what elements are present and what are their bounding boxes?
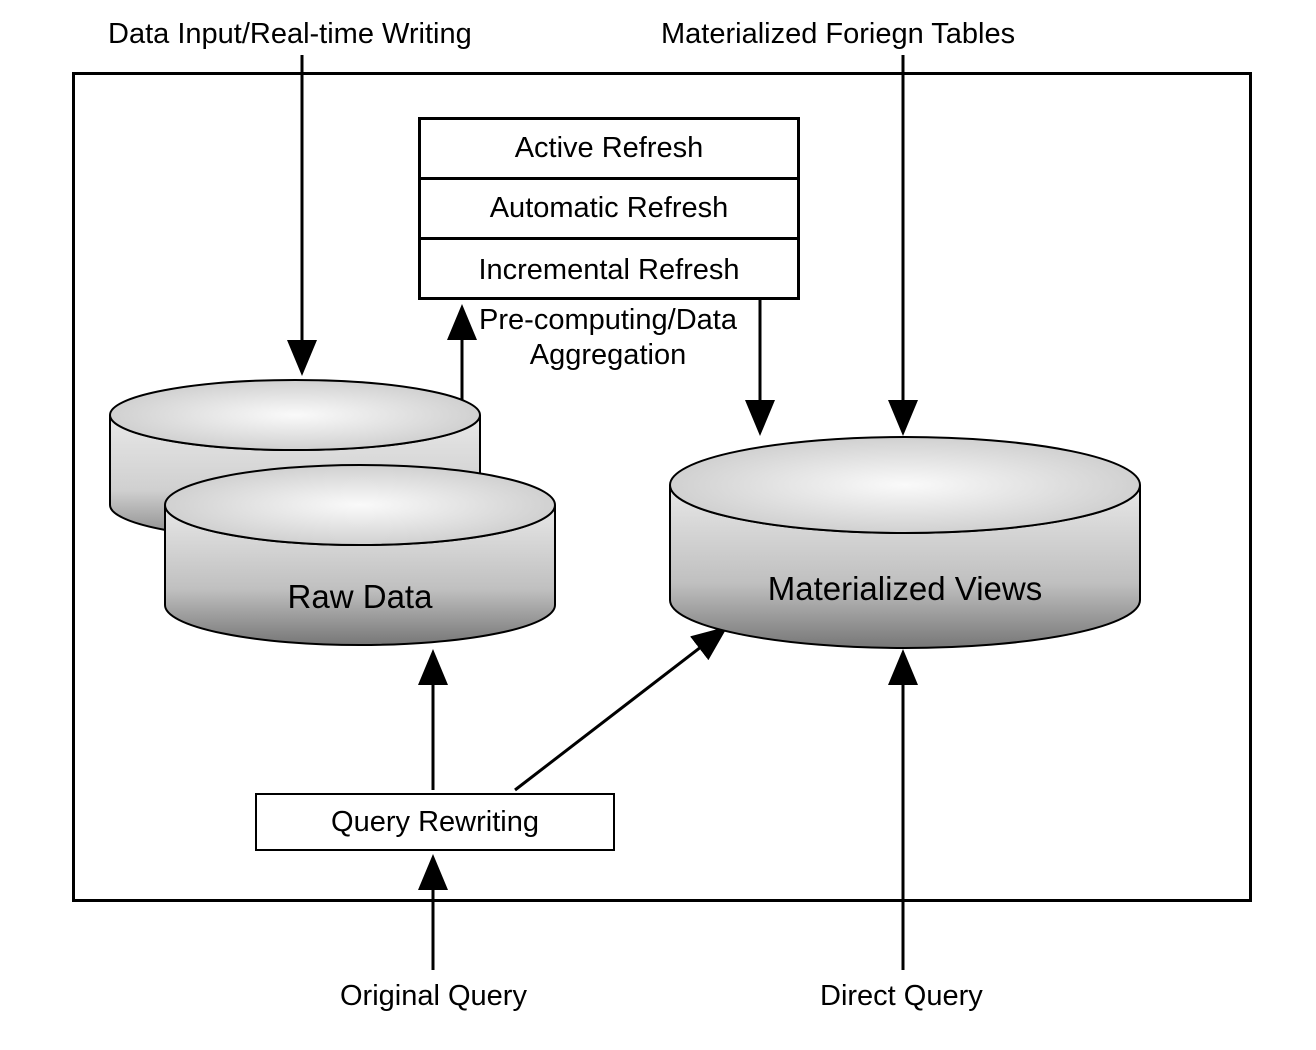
refresh-row-incremental: Incremental Refresh [421,240,797,300]
cylinder-raw-data-front: Raw Data [160,460,560,650]
refresh-row-active: Active Refresh [421,120,797,180]
label-original-query: Original Query [340,980,527,1013]
label-pre-computing: Pre-computing/DataAggregation [468,303,748,373]
query-rewriting-box: Query Rewriting [255,793,615,851]
refresh-row-automatic: Automatic Refresh [421,180,797,240]
refresh-box: Active Refresh Automatic Refresh Increme… [418,117,800,300]
label-materialized-views: Materialized Views [665,570,1145,608]
label-query-rewriting: Query Rewriting [331,806,539,839]
label-data-input: Data Input/Real-time Writing [108,18,472,51]
label-raw-data: Raw Data [160,578,560,616]
label-materialized-foreign-tables: Materialized Foriegn Tables [661,18,1015,51]
label-direct-query: Direct Query [820,980,983,1013]
cylinder-materialized-views: Materialized Views [665,435,1145,655]
